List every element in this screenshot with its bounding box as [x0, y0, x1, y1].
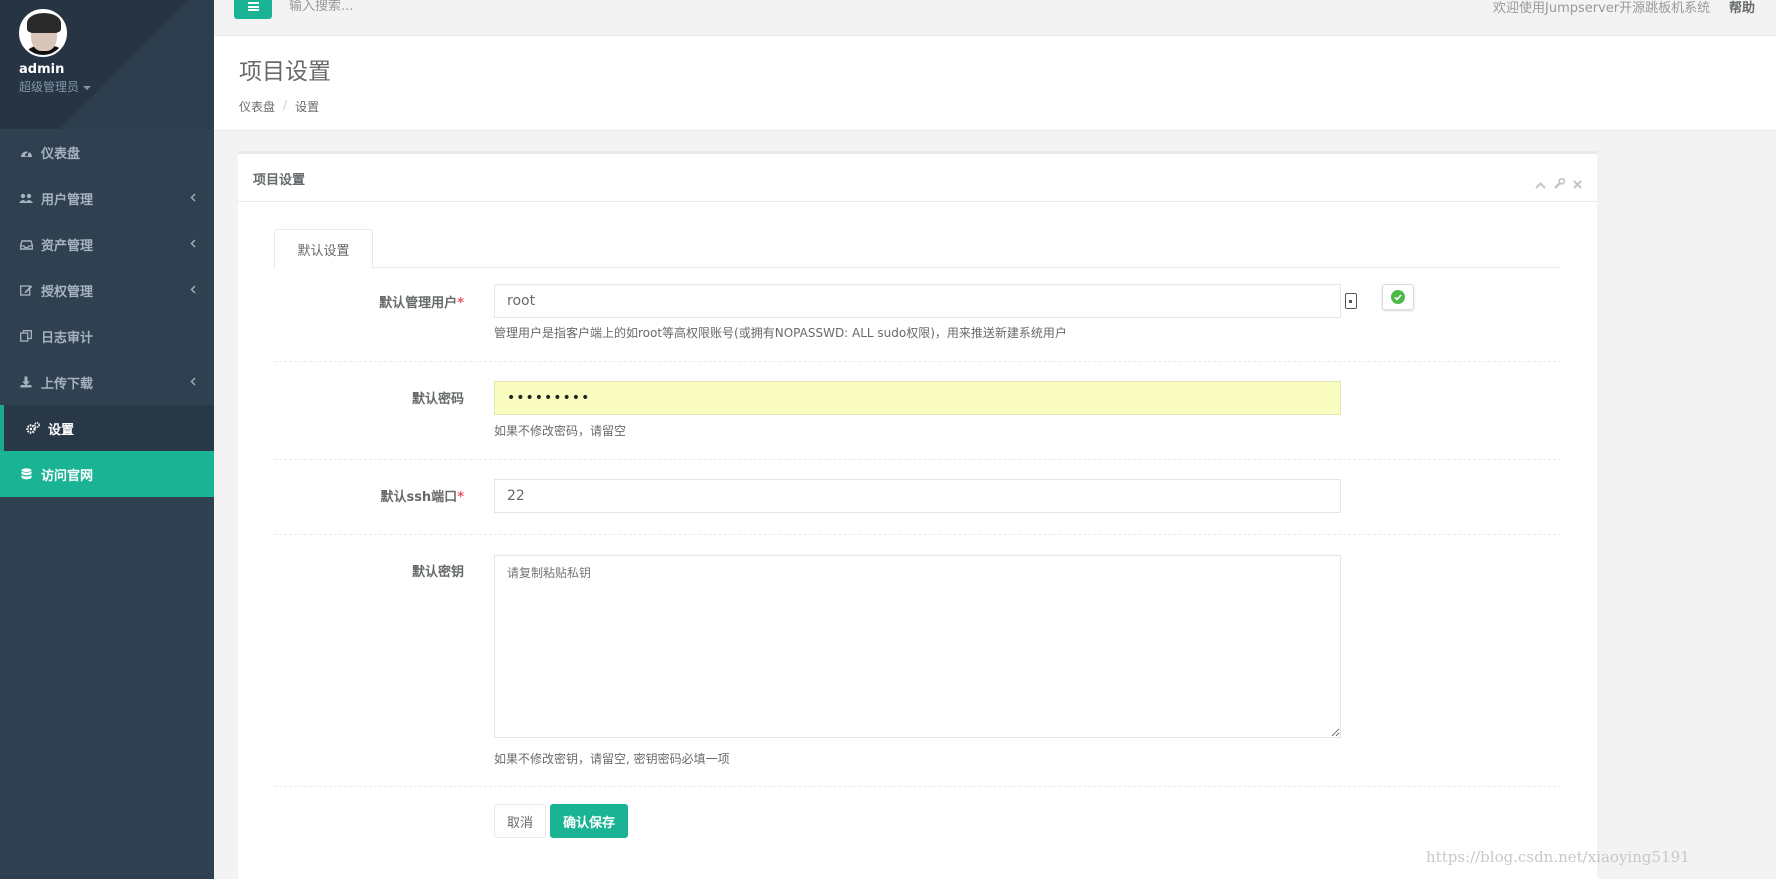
- caret-down-icon: [83, 85, 92, 90]
- form-row-password: 默认密码 如果不修改密码，请留空: [274, 362, 1561, 460]
- sidebar-item-label: 上传下载: [41, 376, 94, 392]
- profile-role-dropdown[interactable]: 超级管理员: [19, 78, 214, 95]
- save-button[interactable]: 确认保存: [550, 804, 629, 838]
- ssh-port-label-text: 默认ssh端口: [380, 490, 458, 505]
- form-row-admin-user: 默认管理用户* 管理用户是指客户端上的如root等高权限账号(或拥有NOPASS…: [274, 268, 1561, 362]
- sidebar-item-label: 用户管理: [41, 192, 94, 208]
- download-icon: [19, 375, 33, 389]
- private-key-textarea[interactable]: [494, 555, 1341, 738]
- settings-card: 项目设置 默认设置 默认管理用户* root 管理用户是指客户端上的如root等…: [238, 151, 1597, 879]
- sidebar-item-audit[interactable]: 日志审计: [0, 313, 214, 359]
- gears-icon: [26, 421, 40, 435]
- cancel-button[interactable]: 取消: [494, 804, 547, 838]
- breadcrumb: 仪表盘 / 设置: [239, 98, 1776, 115]
- sidebar-item-visit-website[interactable]: 访问官网: [0, 451, 214, 497]
- page-heading: 项目设置 仪表盘 / 设置: [214, 36, 1776, 131]
- required-mark: *: [457, 490, 464, 505]
- welcome-message: 欢迎使用Jumpserver开源跳板机系统: [1493, 1, 1711, 16]
- sidebar-item-label: 设置: [48, 422, 75, 438]
- sidebar-item-label: 访问官网: [41, 468, 94, 484]
- inbox-icon: [19, 237, 33, 251]
- sidebar-item-label: 日志审计: [41, 330, 94, 346]
- help-link[interactable]: 帮助: [1729, 0, 1755, 16]
- sidebar-item-users[interactable]: 用户管理: [0, 175, 214, 221]
- sidebar-item-dashboard[interactable]: 仪表盘: [0, 129, 214, 175]
- chevron-left-icon: [190, 237, 196, 252]
- tab-bar: 默认设置: [274, 229, 1561, 269]
- card-tools: [1535, 169, 1582, 201]
- form-row-private-key: 默认密钥 如果不修改密钥，请留空, 密钥密码必填一项: [274, 535, 1561, 787]
- validation-badge: [1382, 284, 1414, 310]
- ssh-port-label: 默认ssh端口*: [274, 486, 464, 505]
- form-row-ssh-port: 默认ssh端口*: [274, 460, 1561, 535]
- database-icon: [19, 467, 33, 481]
- profile-role: 超级管理员: [19, 80, 80, 94]
- sidebar-item-label: 资产管理: [41, 238, 94, 254]
- breadcrumb-settings: 设置: [295, 100, 320, 114]
- profile-panel: admin 超级管理员: [0, 0, 214, 129]
- ssh-port-input[interactable]: [494, 479, 1341, 513]
- hamburger-icon: [247, 2, 259, 11]
- card-title: 项目设置: [253, 173, 306, 188]
- admin-user-label: 默认管理用户*: [274, 292, 464, 311]
- breadcrumb-separator: /: [283, 98, 288, 112]
- sidebar-item-settings[interactable]: 设置: [0, 405, 214, 451]
- top-navbar: 欢迎使用Jumpserver开源跳板机系统 帮助: [214, 0, 1776, 36]
- edit-icon: [19, 283, 33, 297]
- search-input[interactable]: [289, 0, 649, 16]
- close-icon[interactable]: [1573, 178, 1582, 193]
- private-key-help: 如果不修改密钥，请留空, 密钥密码必填一项: [494, 752, 730, 766]
- private-key-label: 默认密钥: [411, 565, 464, 580]
- menu-toggle-button[interactable]: [234, 0, 272, 19]
- avatar[interactable]: [19, 9, 67, 57]
- sidebar-item-assets[interactable]: 资产管理: [0, 221, 214, 267]
- password-label: 默认密码: [411, 392, 464, 407]
- sidebar-item-permissions[interactable]: 授权管理: [0, 267, 214, 313]
- wrench-icon[interactable]: [1554, 177, 1566, 193]
- page-title: 项目设置: [239, 59, 331, 85]
- admin-user-label-text: 默认管理用户: [379, 296, 458, 311]
- chevron-left-icon: [190, 191, 196, 206]
- card-body: 默认设置 默认管理用户* 管理用户是指客户端上的如root等高权限账号(或拥有N…: [238, 202, 1597, 787]
- password-help: 如果不修改密码，请留空: [494, 424, 627, 438]
- breadcrumb-dashboard[interactable]: 仪表盘: [239, 98, 275, 115]
- chevron-up-icon[interactable]: [1535, 178, 1546, 193]
- sidebar-nav: 仪表盘 用户管理 资产管理 授权管理 日志审计 上传下载 设置 访问官网: [0, 129, 214, 497]
- password-input[interactable]: [494, 381, 1341, 415]
- sidebar-item-label: 授权管理: [41, 284, 94, 300]
- admin-user-help: 管理用户是指客户端上的如root等高权限账号(或拥有NOPASSWD: ALL …: [494, 326, 1067, 340]
- dashboard-icon: [19, 145, 33, 159]
- sidebar-item-upload-download[interactable]: 上传下载: [0, 359, 214, 405]
- sidebar-item-label: 仪表盘: [41, 146, 81, 162]
- users-icon: [19, 191, 33, 205]
- copy-icon: [19, 329, 33, 343]
- watermark: https://blog.csdn.net/xiaoying5191: [1426, 848, 1690, 866]
- required-mark: *: [457, 296, 464, 311]
- tab-default-settings[interactable]: 默认设置: [274, 229, 373, 269]
- chevron-left-icon: [190, 283, 196, 298]
- admin-user-input[interactable]: [494, 284, 1341, 318]
- card-header: 项目设置: [238, 154, 1597, 202]
- sidebar: admin 超级管理员 仪表盘 用户管理 资产管理 授权管理 日志审计 上传下载…: [0, 0, 214, 879]
- profile-name: admin: [19, 62, 65, 77]
- chevron-left-icon: [190, 375, 196, 390]
- check-circle-icon: [1391, 290, 1405, 304]
- form-actions: 取消 确认保存: [494, 804, 629, 838]
- contact-card-icon: [1345, 293, 1357, 309]
